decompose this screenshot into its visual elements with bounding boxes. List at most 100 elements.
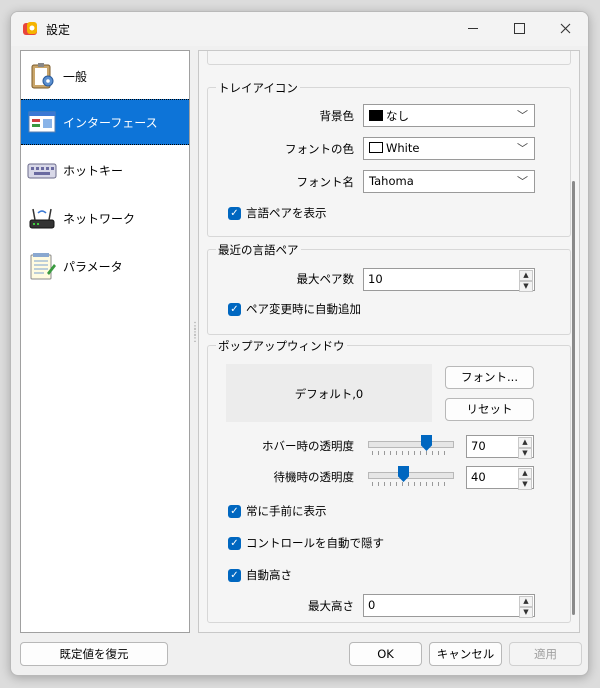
group-title: ポップアップウィンドウ (216, 338, 347, 354)
checkbox-label: コントロールを自動で隠す (246, 536, 384, 550)
settings-panel: トレイアイコン 背景色 なし ﹀ フォントの色 White ﹀ フォント名 Ta… (198, 50, 580, 633)
font-name-dropdown[interactable]: Tahoma ﹀ (363, 170, 535, 193)
font-color-label: フォントの色 (285, 142, 354, 156)
always-on-top-checkbox[interactable]: ✓ 常に手前に表示 (228, 503, 327, 519)
slider-track (368, 472, 454, 479)
background-color-label: 背景色 (319, 109, 355, 123)
clipboard-settings-icon (31, 63, 54, 89)
group-title: トレイアイコン (216, 80, 300, 96)
slider-ticks (372, 451, 450, 455)
spin-down-icon[interactable]: ▼ (518, 479, 532, 490)
font-color-value: White (386, 141, 420, 155)
font-color-swatch (369, 142, 383, 153)
cancel-button[interactable]: キャンセル (429, 642, 502, 666)
spin-up-icon[interactable]: ▲ (518, 437, 532, 448)
font-color-dropdown[interactable]: White ﹀ (363, 137, 535, 160)
close-icon (560, 23, 570, 33)
slider-track (368, 441, 454, 448)
ok-button[interactable]: OK (349, 642, 422, 666)
router-icon (29, 208, 55, 229)
chevron-down-icon: ﹀ (517, 109, 528, 122)
notepad-icon (30, 253, 56, 280)
minimize-icon (468, 27, 478, 29)
sidebar-item-label: ネットワーク (63, 211, 136, 226)
window-title: 設定 (46, 23, 71, 37)
sidebar-item-parameters[interactable]: パラメータ (21, 244, 189, 288)
max-height-value: 0 (368, 598, 376, 612)
sidebar-item-hotkeys[interactable]: ホットキー (21, 148, 189, 192)
idle-opacity-value: 40 (471, 470, 486, 484)
minimize-button[interactable] (450, 12, 496, 44)
splitter-handle[interactable]: ⋮ ⋮ ⋮ (190, 322, 200, 354)
slider-thumb[interactable] (421, 435, 432, 451)
maximize-button[interactable] (496, 12, 542, 44)
checkmark-icon: ✓ (228, 206, 241, 220)
sidebar-item-network[interactable]: ネットワーク (21, 196, 189, 240)
auto-hide-controls-checkbox[interactable]: ✓ コントロールを自動で隠す (228, 535, 384, 551)
font-name-label: フォント名 (296, 175, 355, 189)
show-language-pair-checkbox[interactable]: ✓ 言語ペアを表示 (228, 205, 327, 221)
app-icon (23, 22, 37, 35)
sidebar-item-label: ホットキー (63, 163, 124, 178)
sidebar-item-label: パラメータ (63, 259, 123, 274)
idle-opacity-label: 待機時の透明度 (273, 470, 355, 484)
close-button[interactable] (542, 12, 588, 44)
chevron-down-icon: ﹀ (517, 175, 528, 188)
max-pairs-label: 最大ペア数 (296, 272, 355, 286)
interface-window-icon (28, 111, 56, 133)
font-preview-box: デフォルト,0 (226, 364, 432, 422)
background-color-dropdown[interactable]: なし ﹀ (363, 104, 535, 127)
spin-down-icon[interactable]: ▼ (519, 281, 533, 292)
keyboard-icon (27, 163, 57, 179)
background-color-value: なし (386, 109, 409, 123)
checkbox-label: 常に手前に表示 (246, 504, 327, 518)
auto-height-checkbox[interactable]: ✓ 自動高さ (228, 567, 292, 583)
spin-up-icon[interactable]: ▲ (518, 468, 532, 479)
checkmark-icon: ✓ (228, 504, 241, 518)
max-height-label: 最大高さ (308, 599, 354, 613)
slider-ticks (372, 482, 450, 486)
sidebar-item-label: 一般 (63, 69, 88, 84)
max-height-spinner[interactable]: 0 ▲ ▼ (363, 594, 535, 618)
font-button[interactable]: フォント... (445, 366, 534, 389)
hover-opacity-slider[interactable] (368, 432, 454, 458)
popup-window-group: ポップアップウィンドウ デフォルト,0 フォント... リセット ホバー時の透明… (207, 338, 571, 623)
restore-defaults-button[interactable]: 既定値を復元 (20, 642, 168, 666)
reset-button[interactable]: リセット (445, 398, 534, 421)
background-color-swatch (369, 110, 383, 121)
sidebar-item-interface[interactable]: インターフェース (21, 99, 189, 145)
chevron-down-icon: ﹀ (517, 142, 528, 155)
idle-opacity-spinner[interactable]: 40 ▲ ▼ (466, 466, 534, 490)
slider-thumb[interactable] (398, 466, 409, 482)
font-preview-text: デフォルト,0 (294, 387, 364, 401)
spin-up-icon[interactable]: ▲ (519, 596, 533, 607)
checkbox-label: 自動高さ (246, 568, 292, 582)
spin-down-icon[interactable]: ▼ (519, 607, 533, 618)
auto-add-on-change-checkbox[interactable]: ✓ ペア変更時に自動追加 (228, 301, 361, 317)
spin-down-icon[interactable]: ▼ (518, 448, 532, 459)
checkmark-icon: ✓ (228, 302, 241, 316)
idle-opacity-slider[interactable] (368, 463, 454, 489)
sidebar-item-label: インターフェース (63, 115, 158, 130)
max-pairs-spinner[interactable]: 10 ▲ ▼ (363, 268, 535, 292)
max-pairs-value: 10 (368, 272, 383, 286)
tray-icon-group: トレイアイコン 背景色 なし ﹀ フォントの色 White ﹀ フォント名 Ta… (207, 80, 571, 237)
title-bar: 設定 (11, 12, 588, 46)
sidebar-item-general[interactable]: 一般 (21, 54, 189, 98)
checkmark-icon: ✓ (228, 568, 241, 582)
apply-button[interactable]: 適用 (509, 642, 582, 666)
previous-group-remnant (207, 51, 571, 65)
checkbox-label: ペア変更時に自動追加 (246, 302, 361, 316)
checkmark-icon: ✓ (228, 536, 241, 550)
recent-language-pairs-group: 最近の言語ペア 最大ペア数 10 ▲ ▼ ✓ ペア変更時に自動追加 (207, 242, 571, 335)
category-sidebar: 一般 インターフェース ホットキー ネットワーク パラメータ (20, 50, 190, 633)
settings-window: 設定 一般 インターフェース ホットキー ネットワーク パラメータ ⋮ ⋮ ⋮ … (10, 11, 589, 676)
group-title: 最近の言語ペア (216, 242, 301, 258)
hover-opacity-spinner[interactable]: 70 ▲ ▼ (466, 435, 534, 459)
vertical-scrollbar[interactable] (572, 181, 575, 615)
maximize-icon (513, 22, 525, 34)
hover-opacity-value: 70 (471, 439, 486, 453)
checkbox-label: 言語ペアを表示 (246, 206, 327, 220)
spin-up-icon[interactable]: ▲ (519, 270, 533, 281)
hover-opacity-label: ホバー時の透明度 (262, 439, 354, 453)
